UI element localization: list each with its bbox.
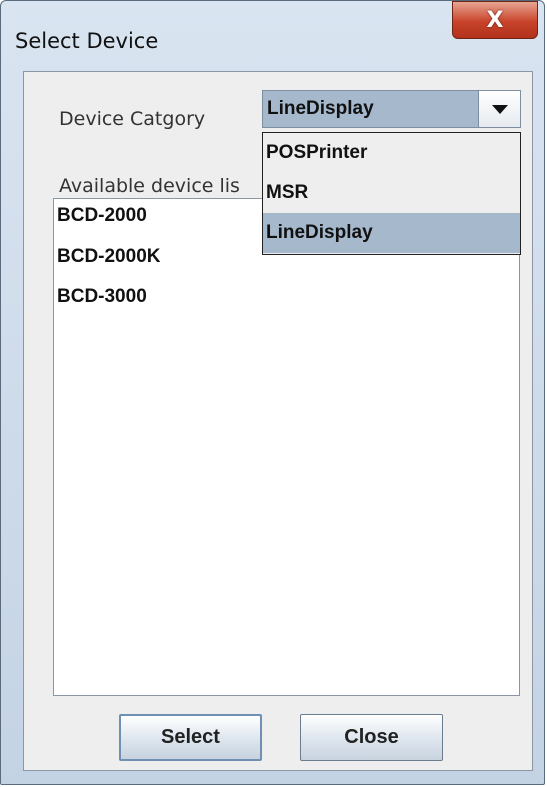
chevron-down-icon: [491, 104, 508, 114]
device-category-dropdown-list: POSPrinter MSR LineDisplay: [262, 132, 521, 255]
title-bar[interactable]: Select Device X: [1, 1, 544, 71]
available-devices-label: Available device lis: [59, 175, 240, 197]
device-category-label: Device Catgory: [59, 108, 206, 130]
list-item[interactable]: BCD-2000: [57, 205, 147, 227]
dropdown-option-linedisplay[interactable]: LineDisplay: [263, 213, 520, 253]
close-x-icon: X: [486, 7, 504, 33]
device-category-selected: LineDisplay: [267, 98, 374, 119]
device-category-combobox[interactable]: LineDisplay: [262, 90, 521, 128]
window-close-button[interactable]: X: [452, 1, 538, 39]
select-device-dialog: Select Device X Device Catgory LineDispl…: [0, 0, 545, 785]
list-item[interactable]: BCD-3000: [57, 286, 147, 308]
device-list[interactable]: BCD-2000 BCD-2000K BCD-3000: [53, 198, 520, 696]
dropdown-option-msr[interactable]: MSR: [263, 173, 520, 213]
select-button[interactable]: Select: [119, 714, 262, 761]
close-button[interactable]: Close: [300, 714, 443, 761]
window-title: Select Device: [15, 29, 159, 53]
dropdown-arrow-button[interactable]: [478, 91, 520, 127]
dialog-content: Device Catgory LineDisplay Available dev…: [23, 71, 533, 771]
dropdown-option-posprinter[interactable]: POSPrinter: [263, 133, 520, 173]
list-item[interactable]: BCD-2000K: [57, 246, 160, 268]
